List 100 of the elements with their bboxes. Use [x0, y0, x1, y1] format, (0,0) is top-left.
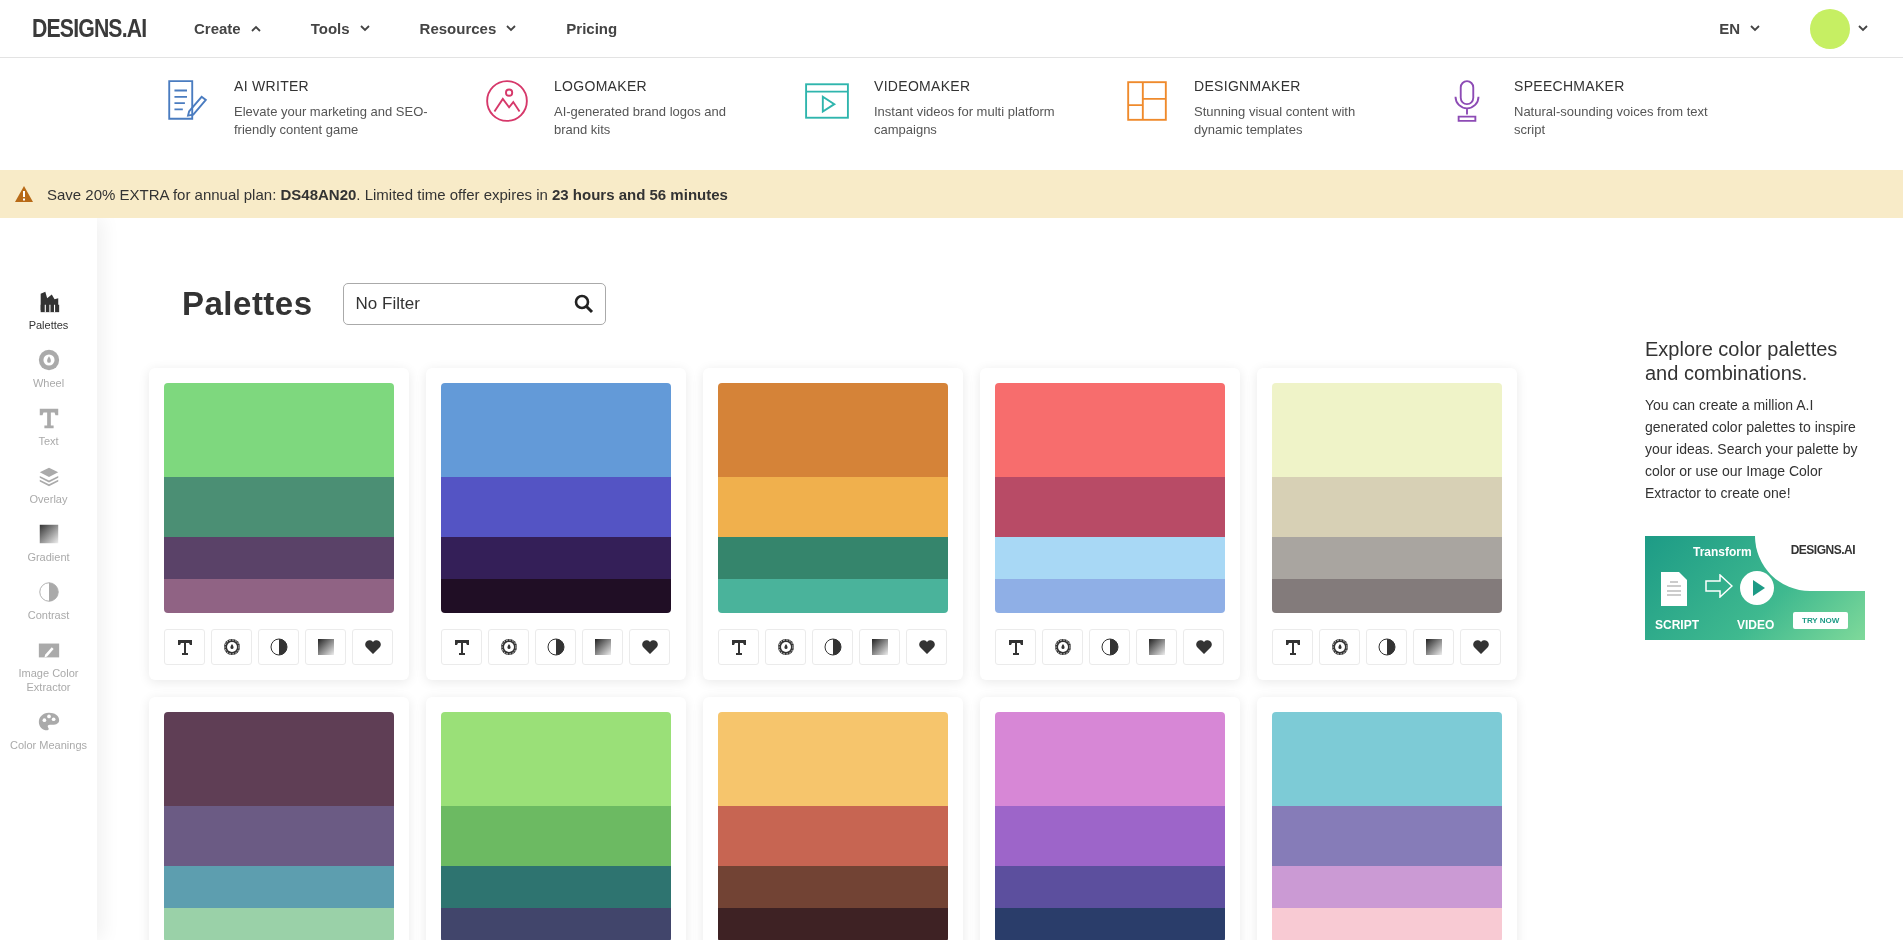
promo-text: Save 20% EXTRA for annual plan: DS48AN20. Limited time offer expires in 23 hours and 56 minutes — [47, 185, 728, 203]
color-swatch[interactable] — [164, 537, 394, 579]
gradient-button[interactable] — [1136, 629, 1177, 665]
color-wheel-button[interactable] — [211, 629, 252, 665]
color-swatch[interactable] — [164, 579, 394, 613]
color-swatch[interactable] — [995, 477, 1225, 537]
color-wheel-icon — [222, 638, 241, 656]
color-swatch[interactable] — [441, 712, 671, 806]
text-icon — [1006, 638, 1025, 656]
color-wheel-button[interactable] — [1042, 629, 1083, 665]
color-swatch[interactable] — [1272, 537, 1502, 579]
color-swatch[interactable] — [441, 579, 671, 613]
product-icon[interactable] — [1124, 78, 1170, 124]
gradient-button[interactable] — [1413, 629, 1454, 665]
color-swatch[interactable] — [164, 806, 394, 866]
text-icon — [452, 638, 471, 656]
color-swatch[interactable] — [718, 537, 948, 579]
heart-button[interactable] — [906, 629, 947, 665]
color-swatch[interactable] — [995, 866, 1225, 908]
heart-button[interactable] — [1460, 629, 1501, 665]
color-swatch[interactable] — [1272, 712, 1502, 806]
gradient-button[interactable] — [582, 629, 623, 665]
gradient-button[interactable] — [859, 629, 900, 665]
nav-menu[interactable]: Tools — [310, 20, 370, 37]
text-button[interactable] — [995, 629, 1036, 665]
contrast-button[interactable] — [535, 629, 576, 665]
product-title[interactable]: LOGOMAKER — [554, 78, 754, 94]
nav-menu[interactable]: Pricing — [566, 20, 618, 37]
contrast-icon — [546, 638, 565, 656]
color-swatch[interactable] — [718, 383, 948, 477]
color-swatch[interactable] — [718, 908, 948, 940]
color-wheel-icon — [499, 638, 518, 656]
language-selector[interactable]: EN — [1719, 20, 1760, 37]
color-swatch[interactable] — [718, 579, 948, 613]
color-wheel-button[interactable] — [1319, 629, 1360, 665]
product-title[interactable]: SPEECHMAKER — [1514, 78, 1714, 94]
color-swatch[interactable] — [1272, 866, 1502, 908]
warning-icon — [14, 185, 34, 203]
color-wheel-button[interactable] — [488, 629, 529, 665]
contrast-icon — [823, 638, 842, 656]
color-swatch[interactable] — [441, 866, 671, 908]
sidebar-item[interactable]: Palettes — [0, 290, 97, 332]
contrast-button[interactable] — [1089, 629, 1130, 665]
contrast-icon — [1100, 638, 1119, 656]
text-button[interactable] — [164, 629, 205, 665]
color-swatch[interactable] — [441, 383, 671, 477]
search-icon[interactable] — [573, 294, 594, 314]
color-swatch[interactable] — [1272, 579, 1502, 613]
ad-caption: VIDEO — [1737, 618, 1775, 632]
gradient-button[interactable] — [305, 629, 346, 665]
color-swatch[interactable] — [718, 712, 948, 806]
color-swatch[interactable] — [718, 806, 948, 866]
color-swatch[interactable] — [995, 908, 1225, 940]
ad-banner[interactable]: Transform DESIGNS.AI SCRIPT VIDEO TRY NOW — [1645, 536, 1865, 640]
text-icon — [729, 638, 748, 656]
color-swatch[interactable] — [718, 866, 948, 908]
color-swatch[interactable] — [718, 477, 948, 537]
filter-field[interactable]: No Filter — [342, 283, 606, 325]
color-wheel-icon — [776, 638, 795, 656]
heart-button[interactable] — [1183, 629, 1224, 665]
text-button[interactable] — [718, 629, 759, 665]
heart-button[interactable] — [629, 629, 670, 665]
color-swatch[interactable] — [164, 908, 394, 940]
color-wheel-button[interactable] — [765, 629, 806, 665]
color-swatch[interactable] — [1272, 908, 1502, 940]
heart-icon — [1471, 638, 1490, 656]
avatar[interactable] — [1810, 8, 1850, 49]
panel-title: Explore color palettes and combinations. — [1645, 337, 1839, 385]
color-swatch[interactable] — [995, 579, 1225, 613]
color-swatch[interactable] — [995, 806, 1225, 866]
color-swatch[interactable] — [164, 712, 394, 806]
nav-menu[interactable]: Resources — [419, 20, 517, 37]
color-swatch[interactable] — [441, 806, 671, 866]
color-swatch[interactable] — [1272, 383, 1502, 477]
caret-icon — [250, 25, 261, 32]
color-swatch[interactable] — [1272, 477, 1502, 537]
ad-caption: SCRIPT — [1655, 618, 1699, 632]
product-title[interactable]: VIDEOMAKER — [874, 78, 1074, 94]
color-swatch[interactable] — [995, 537, 1225, 579]
product-title[interactable]: DESIGNMAKER — [1194, 78, 1394, 94]
contrast-button[interactable] — [812, 629, 853, 665]
color-swatch[interactable] — [164, 866, 394, 908]
text-button[interactable] — [441, 629, 482, 665]
contrast-button[interactable] — [258, 629, 299, 665]
color-swatch[interactable] — [441, 537, 671, 579]
color-swatch[interactable] — [1272, 806, 1502, 866]
try-now-button[interactable]: TRY NOW — [1793, 612, 1849, 629]
color-swatch[interactable] — [441, 477, 671, 537]
nav-menu[interactable]: Create — [194, 20, 261, 37]
color-swatch[interactable] — [995, 712, 1225, 806]
contrast-button[interactable] — [1366, 629, 1407, 665]
heart-button[interactable] — [352, 629, 393, 665]
color-swatch[interactable] — [441, 908, 671, 940]
color-swatch[interactable] — [164, 383, 394, 477]
color-swatch[interactable] — [164, 477, 394, 537]
text-button[interactable] — [1272, 629, 1313, 665]
color-swatch[interactable] — [995, 383, 1225, 477]
gradient-icon — [1424, 638, 1443, 656]
product-icon[interactable] — [484, 78, 530, 124]
product-title[interactable]: AI WRITER — [234, 78, 434, 94]
